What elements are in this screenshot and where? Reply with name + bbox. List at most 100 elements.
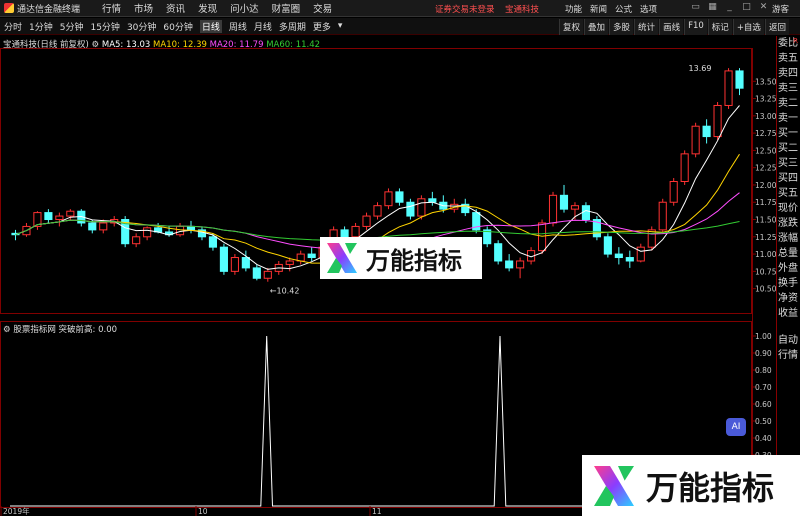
ma10-value: MA10: 12.39 (153, 40, 207, 50)
menu-item-options[interactable]: 选项 (640, 3, 657, 15)
side-item[interactable]: 卖四 (777, 66, 800, 81)
indicator-tick-label: 0.40 (755, 434, 772, 443)
close-icon[interactable]: ✕ (758, 2, 769, 13)
watermark-corner: 万能指标 (582, 455, 800, 516)
menu-item-quotes[interactable]: 行情 (102, 1, 121, 15)
tool-add-watch[interactable]: +自选 (732, 19, 764, 35)
side-item[interactable]: 外盘 (777, 261, 800, 276)
menu-item-ask[interactable]: 问小达 (230, 1, 259, 15)
side-item[interactable]: 买二 (777, 141, 800, 156)
grid-icon[interactable]: ▦ (707, 2, 718, 13)
watermark-text: 万能指标 (366, 246, 462, 275)
period-intraday[interactable]: 分时 (4, 20, 22, 33)
side-item[interactable]: 涨幅 (777, 231, 800, 246)
maximize-icon[interactable]: □ (741, 2, 752, 13)
candle-body (219, 246, 228, 272)
ma60-value: MA60: 11.42 (266, 40, 321, 50)
x-axis-label: 2019年 (3, 506, 30, 516)
menu-item-trade[interactable]: 交易 (313, 1, 332, 15)
price-tick-label: 12.25 (755, 164, 776, 173)
side-item[interactable]: 行情 (777, 348, 800, 363)
menu-bar: 通达信金融终端 行情 市场 资讯 发现 问小达 财富圈 交易 证券交易未登录 宝… (0, 0, 800, 17)
candle-body (494, 243, 503, 262)
main-menu: 行情 市场 资讯 发现 问小达 财富圈 交易 (102, 1, 345, 15)
side-item[interactable]: 买四 (777, 171, 800, 186)
tool-back[interactable]: 返回 (764, 19, 789, 35)
settings-icon[interactable]: ⚙ (3, 325, 13, 335)
candle-body (362, 215, 371, 227)
period-15min[interactable]: 15分钟 (90, 20, 119, 33)
menu-item-wealth[interactable]: 财富圈 (272, 1, 301, 15)
candle-body (505, 260, 514, 269)
price-tick-label: 13.25 (755, 95, 776, 104)
candle-body (241, 257, 250, 269)
candle-body (516, 260, 525, 269)
high-price-label: 13.69 (689, 64, 712, 73)
indicator-tick-label: 1.00 (755, 332, 772, 341)
price-tick-label: 10.75 (755, 267, 776, 276)
candle-body (559, 194, 569, 210)
period-1min[interactable]: 1分钟 (29, 20, 53, 33)
tool-draw[interactable]: 画线 (659, 19, 684, 35)
tool-multi-stock[interactable]: 多股 (609, 19, 634, 35)
period-30min[interactable]: 30分钟 (127, 20, 156, 33)
menu-item-market[interactable]: 市场 (134, 1, 153, 15)
app-logo-icon (4, 3, 14, 13)
menu-item-function[interactable]: 功能 (565, 3, 582, 15)
side-item[interactable]: 卖三 (777, 81, 800, 96)
minimize-icon[interactable]: _ (724, 2, 735, 13)
chevron-down-icon[interactable]: ▾ (338, 21, 343, 31)
menu-item-discover[interactable]: 发现 (198, 1, 217, 15)
ai-assistant-button[interactable]: AI (726, 418, 746, 436)
menu-item-news[interactable]: 资讯 (166, 1, 185, 15)
side-item[interactable]: 换手 (777, 276, 800, 291)
period-more[interactable]: 更多 (313, 20, 331, 33)
candle-body (636, 246, 645, 262)
candle-body (417, 198, 426, 217)
candle-body (351, 225, 360, 238)
watermark-logo-icon (327, 243, 357, 273)
side-item[interactable]: 收益 (777, 306, 800, 321)
menu-item-newsfeed[interactable]: 新闻 (590, 3, 607, 15)
menu-item-formula[interactable]: 公式 (615, 3, 632, 15)
price-tick-label: 13.50 (755, 77, 776, 86)
candle-body (691, 125, 700, 155)
candle-body (373, 205, 382, 217)
guest-label[interactable]: 游客 (772, 3, 789, 15)
tool-adjust[interactable]: 复权 (559, 19, 584, 35)
side-item[interactable]: 买五 (777, 186, 800, 201)
period-weekly[interactable]: 周线 (229, 20, 247, 33)
side-item[interactable]: 现价 (777, 201, 800, 216)
tool-mark[interactable]: 标记 (707, 19, 732, 35)
side-item[interactable]: 卖二 (777, 96, 800, 111)
candle-body (230, 257, 239, 272)
x-axis-label: 11 (372, 507, 382, 516)
side-item[interactable] (777, 321, 800, 333)
candle-body (603, 236, 612, 255)
candle-body (252, 267, 261, 279)
period-monthly[interactable]: 月线 (254, 20, 272, 33)
period-daily[interactable]: 日线 (199, 19, 222, 33)
side-item[interactable]: 净资 (777, 291, 800, 306)
side-item[interactable]: 买三 (777, 156, 800, 171)
period-multi[interactable]: 多周期 (279, 20, 306, 33)
settings-icon[interactable]: ⚙ (92, 40, 102, 50)
side-item[interactable]: 总量 (777, 246, 800, 261)
restore-icon[interactable]: ▭ (690, 2, 701, 13)
side-item[interactable]: 买一 (777, 126, 800, 141)
ma20-value: MA20: 11.79 (209, 40, 264, 50)
period-5min[interactable]: 5分钟 (60, 20, 84, 33)
notice-stock-name: 宝通科技 (505, 5, 540, 15)
period-60min[interactable]: 60分钟 (163, 20, 192, 33)
ma5-value: MA5: 13.03 (101, 40, 151, 50)
candle-body (647, 229, 656, 248)
login-notice[interactable]: 证券交易未登录 (435, 3, 495, 15)
side-item[interactable]: 自动 (777, 333, 800, 348)
tool-overlay[interactable]: 叠加 (584, 19, 609, 35)
side-item[interactable]: 涨跌 (777, 216, 800, 231)
side-item[interactable]: 卖一 (777, 111, 800, 126)
tool-stats[interactable]: 统计 (634, 19, 659, 35)
tool-f10[interactable]: F10 (684, 19, 707, 35)
side-item[interactable]: 卖五 (777, 51, 800, 66)
candle-body (263, 270, 272, 279)
